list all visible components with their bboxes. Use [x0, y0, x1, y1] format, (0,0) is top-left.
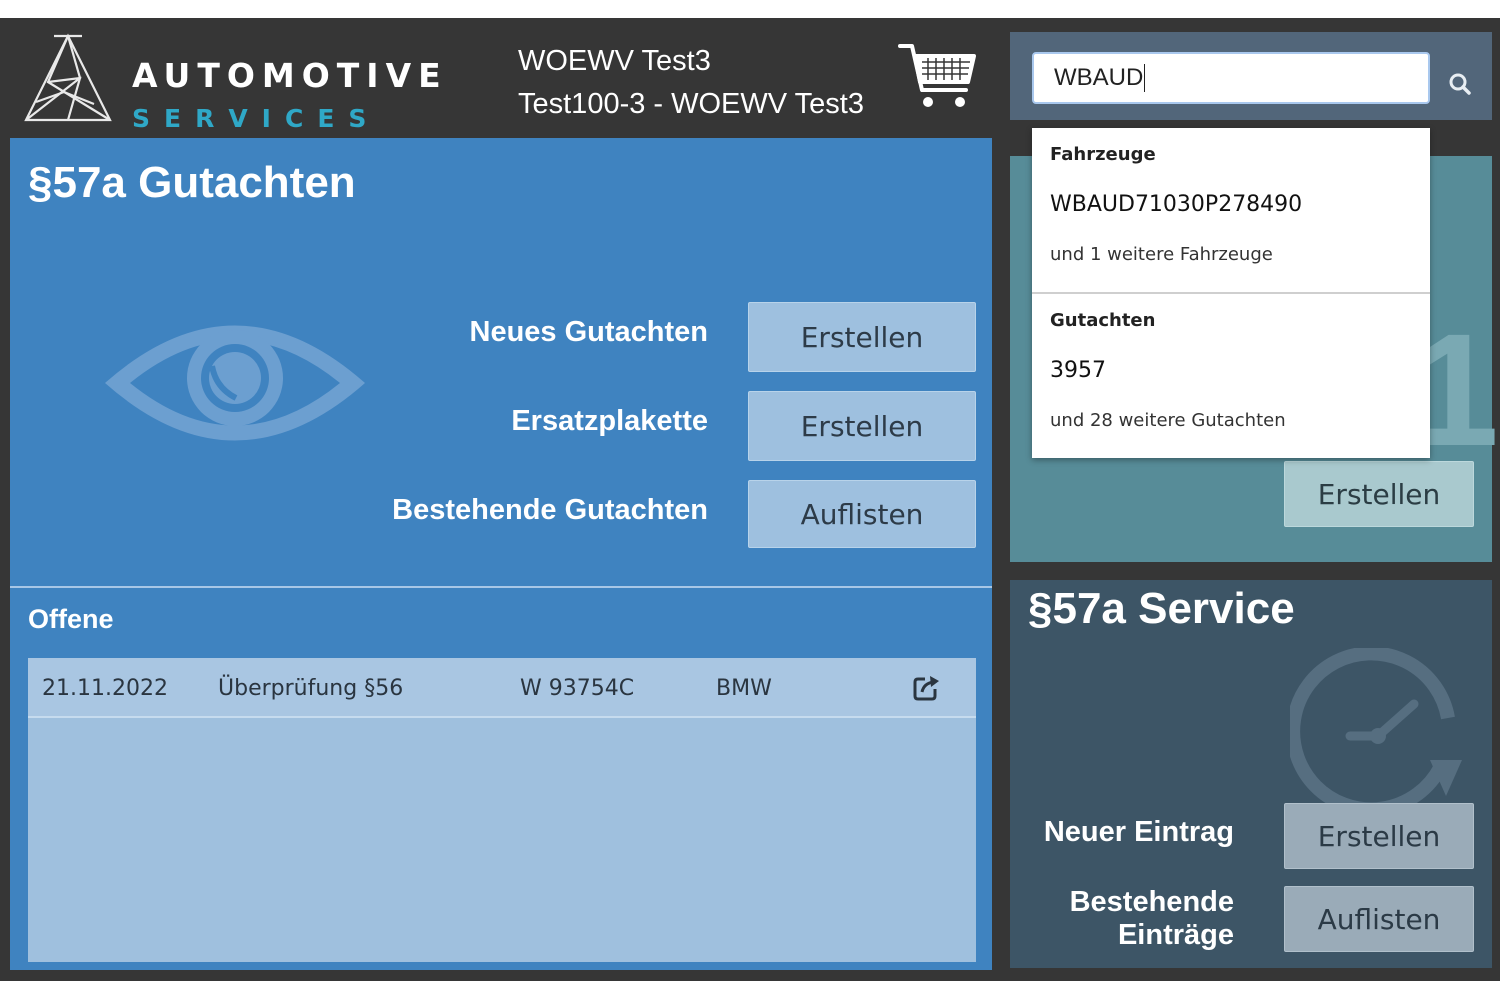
- new-entry-label: Neuer Eintrag: [1043, 816, 1234, 848]
- row-plate: W 93754C: [520, 676, 635, 701]
- table-row[interactable]: 21.11.2022 Überprüfung §56 W 93754C BMW: [28, 658, 976, 718]
- row-make: BMW: [716, 676, 772, 701]
- list-reports-button[interactable]: Auflisten: [748, 480, 976, 548]
- row-date: 21.11.2022: [42, 676, 168, 701]
- brand-logo: AUTOMOTIVE SERVICES: [18, 32, 441, 136]
- dropdown-separator: [1032, 292, 1430, 294]
- existing-entries-label: Bestehende Einträge: [1020, 886, 1234, 952]
- search-input[interactable]: WBAUD: [1032, 52, 1430, 104]
- gutachten-title: §57a Gutachten: [28, 158, 356, 207]
- teal-create-button[interactable]: Erstellen: [1284, 461, 1474, 527]
- user-line1: WOEWV Test3: [518, 45, 711, 77]
- new-report-label: Neues Gutachten: [469, 316, 709, 348]
- replacement-sticker-label: Ersatzplakette: [511, 405, 708, 437]
- more-vehicles-link[interactable]: und 1 weitere Fahrzeuge: [1050, 244, 1273, 265]
- user-line2: Test100-3 - WOEWV Test3: [518, 88, 864, 120]
- report-result[interactable]: 3957: [1050, 358, 1106, 383]
- user-info: WOEWV Test3 Test100-3 - WOEWV Test3: [518, 40, 864, 126]
- text-caret: [1144, 64, 1146, 92]
- search-results-dropdown: Fahrzeuge WBAUD71030P278490 und 1 weiter…: [1032, 128, 1430, 458]
- clock-refresh-icon: [1290, 648, 1462, 817]
- open-items-title: Offene: [28, 604, 114, 634]
- logo-mark-icon: [24, 33, 112, 122]
- existing-entries-label-line2: Einträge: [1117, 919, 1234, 951]
- service-title: §57a Service: [1028, 584, 1295, 633]
- brand-name-line1: AUTOMOTIVE: [132, 56, 448, 95]
- create-report-button[interactable]: Erstellen: [748, 302, 976, 372]
- vehicle-result[interactable]: WBAUD71030P278490: [1050, 192, 1302, 217]
- existing-reports-label: Bestehende Gutachten: [392, 494, 708, 526]
- cart-icon[interactable]: [898, 40, 978, 112]
- external-link-icon[interactable]: [912, 674, 940, 702]
- panel-divider: [10, 586, 992, 588]
- brand-name-line2: SERVICES: [132, 104, 381, 133]
- existing-entries-label-line1: Bestehende: [1069, 886, 1234, 918]
- create-replacement-sticker-button[interactable]: Erstellen: [748, 391, 976, 461]
- vehicles-heading: Fahrzeuge: [1050, 144, 1156, 165]
- more-reports-link[interactable]: und 28 weitere Gutachten: [1050, 410, 1286, 431]
- row-type: Überprüfung §56: [218, 676, 404, 701]
- create-entry-button[interactable]: Erstellen: [1284, 803, 1474, 869]
- reports-heading: Gutachten: [1050, 310, 1156, 331]
- eye-icon: [105, 325, 365, 441]
- list-entries-button[interactable]: Auflisten: [1284, 886, 1474, 952]
- search-icon[interactable]: [1440, 64, 1480, 104]
- search-input-value: WBAUD: [1054, 64, 1144, 91]
- app-frame: AUTOMOTIVE SERVICES WOEWV Test3 Test100-…: [0, 18, 1500, 981]
